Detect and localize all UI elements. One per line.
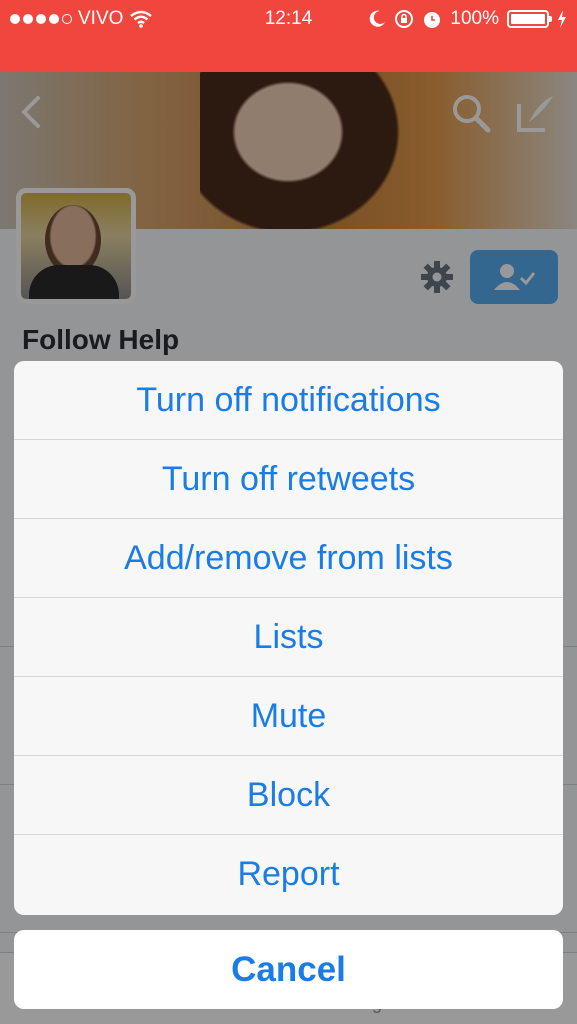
battery-percent: 100% — [450, 8, 499, 29]
mute-button[interactable]: Mute — [14, 677, 563, 756]
turn-off-notifications-button[interactable]: Turn off notifications — [14, 361, 563, 440]
action-sheet: Turn off notifications Turn off retweets… — [14, 361, 563, 915]
turn-off-retweets-button[interactable]: Turn off retweets — [14, 440, 563, 519]
status-bar: VIVO 12:14 100% — [0, 0, 577, 72]
cancel-button[interactable]: Cancel — [14, 930, 563, 1009]
block-button[interactable]: Block — [14, 756, 563, 835]
rotation-lock-icon — [395, 10, 414, 28]
moon-icon — [370, 10, 386, 27]
alarm-icon — [424, 12, 441, 28]
charging-icon — [558, 10, 566, 28]
lists-button[interactable]: Lists — [14, 598, 563, 677]
battery-fill — [511, 14, 545, 24]
report-button[interactable]: Report — [14, 835, 563, 914]
battery-icon — [507, 10, 552, 28]
add-remove-from-lists-button[interactable]: Add/remove from lists — [14, 519, 563, 598]
status-right: 100% — [368, 8, 567, 30]
